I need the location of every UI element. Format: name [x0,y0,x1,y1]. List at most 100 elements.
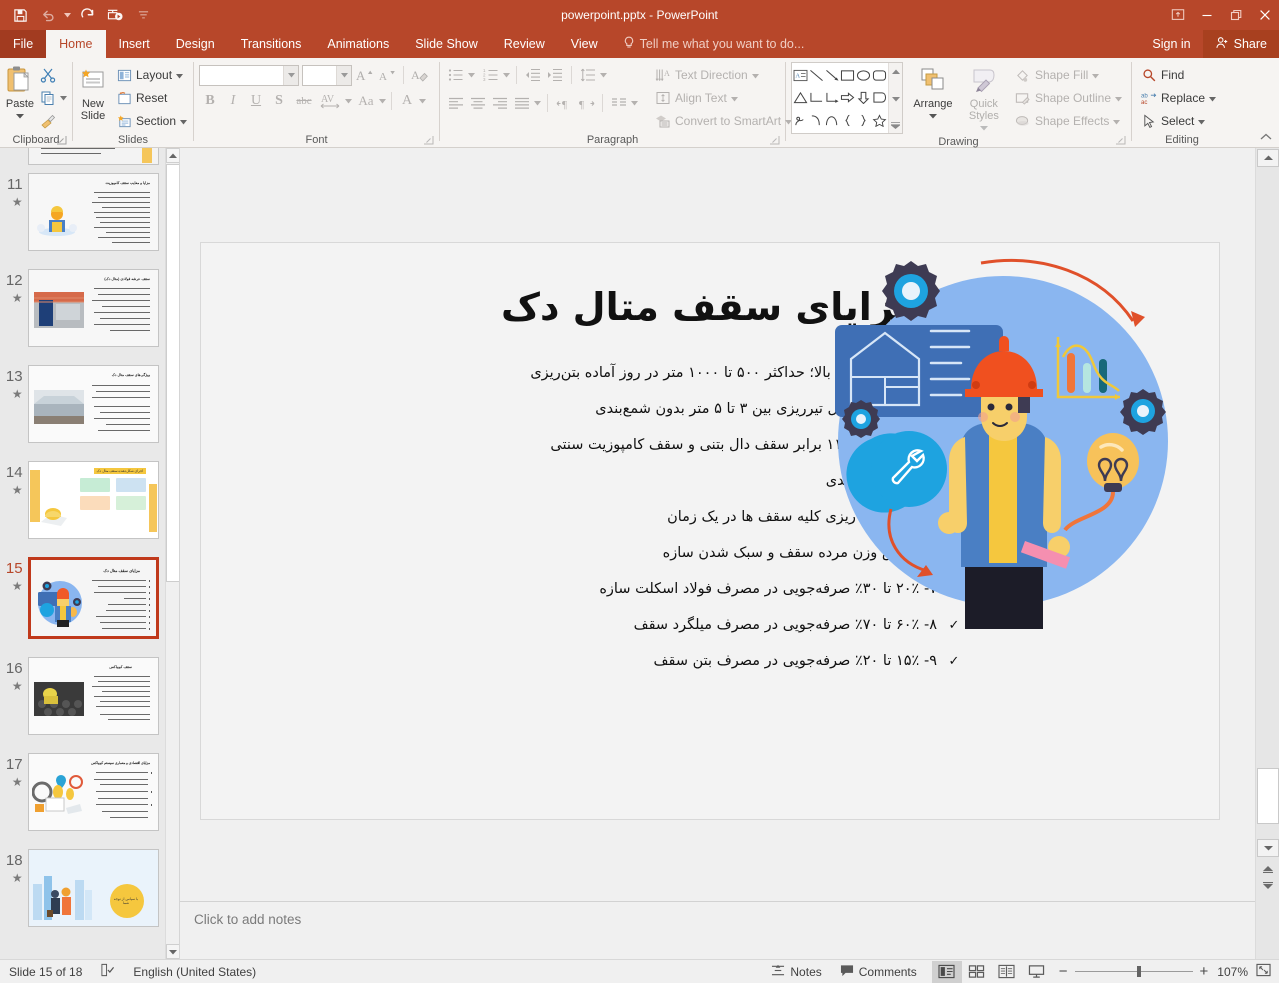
font-name-input[interactable] [199,64,299,86]
shape-fill-dropdown-icon[interactable] [1092,68,1100,82]
font-name-dropdown-icon[interactable] [283,65,298,85]
format-painter-button[interactable] [37,110,59,132]
font-color-dropdown-icon[interactable] [418,90,427,112]
cut-button[interactable] [37,64,59,86]
tab-slide-show[interactable]: Slide Show [402,30,491,58]
copy-button[interactable] [37,87,59,109]
customize-qat-icon[interactable] [130,3,156,27]
tab-home[interactable]: Home [46,30,106,58]
character-spacing-dropdown-icon[interactable] [344,90,353,112]
tell-me-search[interactable]: Tell me what you want to do... [623,30,804,58]
scroll-up-icon[interactable] [166,148,179,163]
shape-textbox-icon[interactable]: A [793,64,809,87]
slide-thumbnail-selected[interactable]: مزایای سقف متال دک [27,557,159,639]
slide-vertical-scrollbar[interactable] [1255,148,1279,959]
close-icon[interactable] [1250,0,1279,30]
paragraph-dialog-launcher[interactable] [769,135,781,147]
decrease-font-size-button[interactable]: A [378,64,398,86]
start-presentation-icon[interactable] [102,3,128,27]
slide-thumbnail[interactable]: مزایای اقتصادی و معماری سیستم کوبیاکس [27,753,159,831]
tab-design[interactable]: Design [163,30,228,58]
slideshow-icon[interactable] [1022,961,1052,983]
tab-animations[interactable]: Animations [314,30,402,58]
numbering-dropdown-icon[interactable] [502,64,511,86]
new-slide-button[interactable]: New Slide [78,62,108,122]
tab-transitions[interactable]: Transitions [228,30,315,58]
quick-styles-dropdown-icon[interactable] [979,122,988,134]
justify-dropdown-icon[interactable] [533,92,542,114]
bullets-dropdown-icon[interactable] [467,64,476,86]
shape-outline-button[interactable]: Shape Outline [1011,87,1126,109]
comments-toggle-button[interactable]: Comments [831,960,926,983]
previous-slide-icon[interactable] [1257,860,1279,876]
shape-elbow-connector-icon[interactable] [809,87,825,110]
zoom-level[interactable]: 107% [1215,960,1254,983]
slide-sorter-icon[interactable] [962,961,992,983]
select-dropdown-icon[interactable] [1198,114,1206,128]
shape-pentagon-icon[interactable] [871,87,887,110]
shape-arc-icon[interactable] [824,109,840,132]
shapes-more-icon[interactable] [889,118,902,132]
align-left-button[interactable] [445,92,467,114]
ribbon-display-options-icon[interactable] [1163,0,1192,30]
slide-thumbnail[interactable]: سقف عرشه فولادی (متال دک) [27,269,159,347]
undo-dropdown-icon[interactable] [63,4,72,26]
line-spacing-button[interactable] [577,64,599,86]
layout-button[interactable]: Layout [112,64,191,86]
shape-triangle-icon[interactable] [793,87,809,110]
tab-file[interactable]: File [0,30,47,58]
redo-icon[interactable] [74,3,100,27]
zoom-in-button[interactable]: + [1200,963,1209,980]
slide-thumbnail[interactable]: با سپاس از توجه شما [27,849,159,927]
increase-indent-button[interactable] [544,64,566,86]
text-direction-dropdown-icon[interactable] [751,68,759,82]
sign-in-button[interactable]: Sign in [1140,30,1202,58]
spellcheck-button[interactable] [91,960,124,983]
slide-thumbnail[interactable]: سقف کوبیاکس [27,657,159,735]
undo-icon[interactable] [35,3,61,27]
clear-formatting-button[interactable]: A [409,64,431,86]
shape-line-icon[interactable] [809,64,825,87]
shape-star-icon[interactable] [871,109,887,132]
font-dialog-launcher[interactable] [423,135,435,147]
shape-right-arrow-icon[interactable] [840,87,856,110]
shape-freeform-icon[interactable] [793,109,809,132]
font-size-dropdown-icon[interactable] [336,65,351,85]
collapse-ribbon-button[interactable] [1259,131,1273,146]
notes-pane[interactable]: Click to add notes [180,901,1255,959]
text-direction-button[interactable]: A Text Direction [651,64,796,86]
shape-curve-icon[interactable] [809,109,825,132]
left-to-right-button[interactable]: ¶ [553,92,575,114]
line-spacing-dropdown-icon[interactable] [599,64,608,86]
reset-button[interactable]: Reset [112,87,191,109]
shape-effects-dropdown-icon[interactable] [1113,114,1121,128]
shape-rectangle-icon[interactable] [840,64,856,87]
tab-insert[interactable]: Insert [106,30,163,58]
drawing-dialog-launcher[interactable] [1115,135,1127,147]
convert-to-smartart-button[interactable]: Convert to SmartArt [651,110,796,132]
normal-view-icon[interactable] [931,960,962,983]
select-button[interactable]: Select [1137,110,1220,132]
tab-review[interactable]: Review [491,30,558,58]
language-button[interactable]: English (United States) [124,960,265,983]
section-dropdown-icon[interactable] [180,114,188,128]
clipboard-dialog-launcher[interactable] [56,135,68,147]
restore-icon[interactable] [1221,0,1250,30]
zoom-slider[interactable]: − + [1052,963,1216,980]
minimize-icon[interactable] [1192,0,1221,30]
share-button[interactable]: Share [1202,30,1279,58]
copy-dropdown-icon[interactable] [59,87,68,109]
paste-dropdown-icon[interactable] [16,110,24,122]
tab-view[interactable]: View [558,30,611,58]
arrange-button[interactable]: Arrange [909,62,957,122]
section-button[interactable]: Section [112,110,191,132]
scroll-down-icon[interactable] [1257,839,1279,857]
align-right-button[interactable] [489,92,511,114]
slide-thumbnail[interactable]: ویژگی‌های سقف متال دک [27,365,159,443]
strikethrough-button[interactable]: abc [291,90,317,112]
increase-font-size-button[interactable]: A [355,64,375,86]
slide-thumbnail[interactable]: مزایا و معایب سقف کامپوزیت [27,173,159,251]
bold-button[interactable]: B [199,90,221,112]
columns-button[interactable] [608,92,630,114]
slide-thumbnail[interactable] [27,148,159,165]
